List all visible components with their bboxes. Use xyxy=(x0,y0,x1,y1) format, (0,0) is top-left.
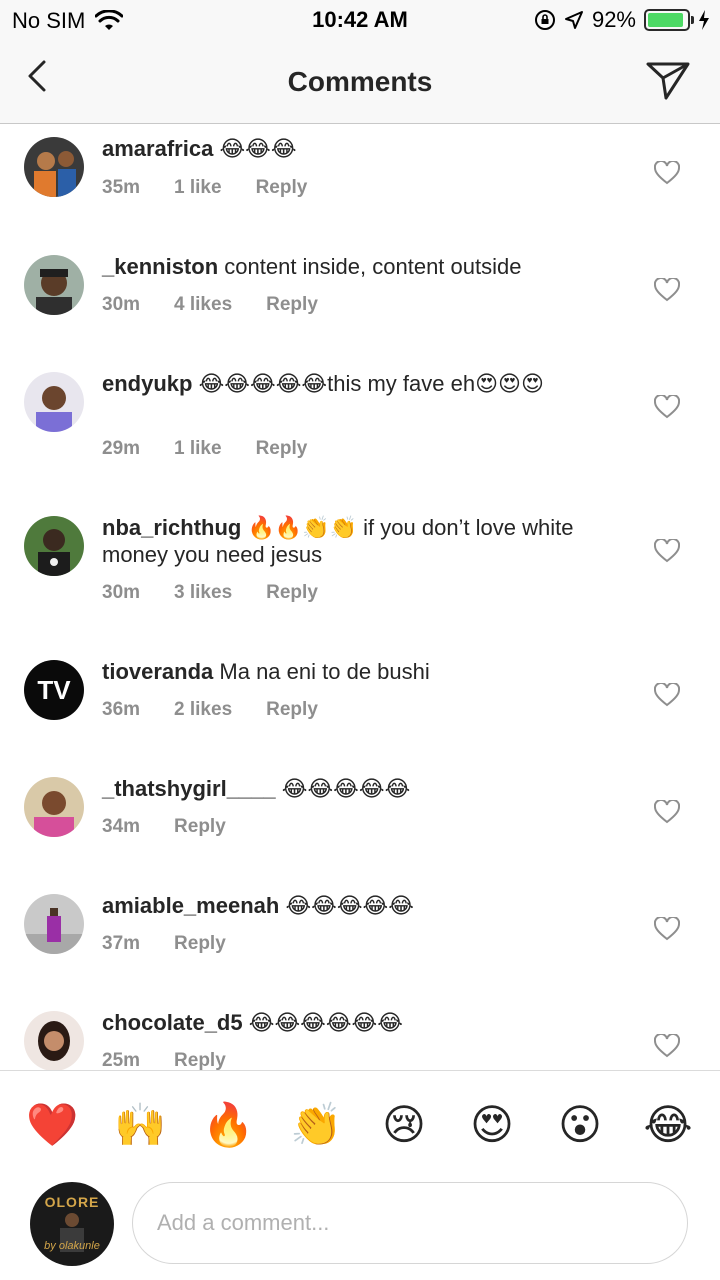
avatar[interactable]: TV xyxy=(24,660,84,720)
my-avatar-subtitle: by olakunle xyxy=(44,1240,100,1252)
status-right: 92% xyxy=(534,7,710,33)
comment-composer: OLORE by olakunle xyxy=(0,1174,720,1280)
heart-icon[interactable] xyxy=(654,917,680,941)
comment-likes[interactable]: 1 like xyxy=(174,438,222,460)
heart-icon[interactable] xyxy=(654,161,680,185)
heart-icon[interactable] xyxy=(654,683,680,707)
heart-icon[interactable] xyxy=(654,800,680,824)
quick-emoji-raised-hands[interactable]: 🙌 xyxy=(114,1099,166,1151)
avatar[interactable] xyxy=(24,894,84,954)
comment-username[interactable]: _thatshygirl____ xyxy=(102,776,276,801)
quick-emoji-clap[interactable]: 👏 xyxy=(290,1099,342,1151)
comment-text: 😂😂😂😂😂this my fave eh😍😍😍 xyxy=(198,371,544,396)
comment-time: 25m xyxy=(102,1050,141,1070)
avatar[interactable] xyxy=(24,1011,84,1070)
comment-likes[interactable]: 4 likes xyxy=(174,294,232,316)
avatar[interactable] xyxy=(24,137,84,197)
location-arrow-icon xyxy=(564,11,583,29)
reply-button[interactable]: Reply xyxy=(256,177,308,199)
comments-list[interactable]: amarafrica 😂😂😂 35m 1 like Reply _kennist… xyxy=(0,125,720,1070)
avatar[interactable] xyxy=(24,777,84,837)
reply-button[interactable]: Reply xyxy=(174,933,226,955)
avatar[interactable] xyxy=(24,372,84,432)
comment-text: content inside, content outside xyxy=(224,254,522,279)
comment-time: 30m xyxy=(102,582,141,603)
my-avatar-title: OLORE xyxy=(44,1194,100,1210)
avatar[interactable] xyxy=(24,516,84,576)
comment-input[interactable] xyxy=(132,1182,688,1264)
quick-emoji-fire[interactable]: 🔥 xyxy=(202,1099,254,1151)
paper-plane-icon[interactable] xyxy=(644,56,692,104)
reply-button[interactable]: Reply xyxy=(266,582,318,604)
battery-icon xyxy=(644,9,694,31)
comment-username[interactable]: amiable_meenah xyxy=(102,893,279,918)
reply-button[interactable]: Reply xyxy=(266,294,318,316)
comment-text: Ma na eni to de bushi xyxy=(219,659,430,684)
page-title: Comments xyxy=(287,66,433,97)
comment-username[interactable]: tioveranda xyxy=(102,659,213,684)
reply-button[interactable]: Reply xyxy=(266,699,318,721)
comment-time: 30m xyxy=(102,294,141,315)
comment-text: 😂😂😂 xyxy=(219,136,297,161)
comment-time: 36m xyxy=(102,699,141,720)
comment-time: 34m xyxy=(102,816,141,837)
quick-emoji-laughing[interactable]: 😂 xyxy=(642,1099,694,1151)
heart-icon[interactable] xyxy=(654,278,680,302)
comment-time: 37m xyxy=(102,933,141,954)
heart-icon[interactable] xyxy=(654,1034,680,1058)
reply-button[interactable]: Reply xyxy=(174,1050,226,1070)
orientation-lock-icon xyxy=(534,10,555,30)
battery-level xyxy=(648,13,683,27)
quick-emoji-heart-eyes[interactable]: 😍 xyxy=(466,1099,518,1151)
heart-icon[interactable] xyxy=(654,395,680,419)
comment-time: 35m xyxy=(102,177,141,198)
quick-emoji-crying[interactable]: 😢 xyxy=(378,1099,430,1151)
reply-button[interactable]: Reply xyxy=(256,438,308,460)
nav-bar: Comments xyxy=(0,40,720,124)
comment-username[interactable]: _kenniston xyxy=(102,254,218,279)
quick-emoji-surprised[interactable]: 😮 xyxy=(554,1099,606,1151)
reply-button[interactable]: Reply xyxy=(174,816,226,838)
quick-emoji-bar: ❤️ 🙌 🔥 👏 😢 😍 😮 😂 xyxy=(0,1070,720,1174)
my-avatar[interactable]: OLORE by olakunle xyxy=(30,1182,114,1266)
battery-percent: 92% xyxy=(591,7,636,32)
comment-text: 😂😂😂😂😂 xyxy=(281,776,411,801)
comment-text: 😂😂😂😂😂 xyxy=(285,893,414,918)
avatar-initials: TV xyxy=(37,675,71,705)
comment-likes[interactable]: 2 likes xyxy=(174,699,232,721)
comment-username[interactable]: nba_richthug xyxy=(102,515,241,540)
status-bar: No SIM 10:42 AM 92% xyxy=(0,0,720,40)
comment-time: 29m xyxy=(102,438,141,459)
comment-username[interactable]: endyukp xyxy=(102,371,192,396)
comment-username[interactable]: chocolate_d5 xyxy=(102,1010,243,1035)
comment-username[interactable]: amarafrica xyxy=(102,136,213,161)
comment-likes[interactable]: 3 likes xyxy=(174,582,232,604)
avatar[interactable] xyxy=(24,255,84,315)
quick-emoji-heart[interactable]: ❤️ xyxy=(26,1099,78,1151)
comment-likes[interactable]: 1 like xyxy=(174,177,222,199)
comment-text: 😂😂😂😂😂😂 xyxy=(248,1010,403,1035)
heart-icon[interactable] xyxy=(654,539,680,563)
charging-bolt-icon xyxy=(699,10,709,30)
